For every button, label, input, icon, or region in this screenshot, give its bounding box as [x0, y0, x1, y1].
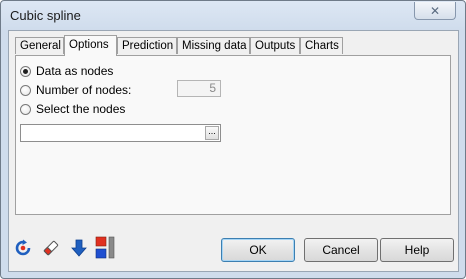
dialog-client-area: General Options Prediction Missing data …: [8, 30, 459, 272]
clear-button[interactable]: [41, 237, 61, 259]
radio-selected-dot: [23, 68, 28, 74]
cancel-button[interactable]: Cancel: [304, 238, 378, 262]
title-bar: Cubic spline ✕: [1, 1, 465, 31]
select-nodes-option[interactable]: Select the nodes: [20, 101, 125, 117]
tab-options[interactable]: Options: [64, 35, 117, 56]
window-title: Cubic spline: [10, 8, 81, 23]
select-nodes-radio[interactable]: [20, 103, 31, 115]
number-of-nodes-radio[interactable]: [20, 84, 31, 96]
tab-missing-data[interactable]: Missing data: [177, 37, 250, 54]
nodes-range-input[interactable]: ...: [20, 124, 221, 142]
colors-button[interactable]: [91, 236, 121, 259]
number-of-nodes-label: Number of nodes:: [36, 83, 132, 97]
down-arrow-icon: [71, 239, 87, 257]
dialog-window: Cubic spline ✕ General Options Predictio…: [0, 0, 466, 279]
move-down-button[interactable]: [69, 237, 89, 259]
dialog-button-bar: OK Cancel Help: [9, 235, 458, 271]
tab-charts[interactable]: Charts: [300, 37, 343, 54]
color-squares-icon: [95, 236, 115, 259]
ok-button[interactable]: OK: [221, 238, 295, 262]
select-nodes-label: Select the nodes: [36, 102, 126, 116]
tab-prediction[interactable]: Prediction: [117, 37, 177, 54]
help-button[interactable]: Help: [380, 238, 454, 262]
data-as-nodes-label: Data as nodes: [36, 64, 114, 78]
data-as-nodes-radio[interactable]: [20, 65, 31, 77]
options-panel: Data as nodes Number of nodes: 5 Select …: [15, 55, 451, 215]
reset-icon: [15, 239, 31, 256]
range-select-button[interactable]: ...: [205, 126, 219, 140]
tab-outputs[interactable]: Outputs: [250, 37, 300, 54]
close-button[interactable]: ✕: [414, 2, 456, 20]
reset-button[interactable]: [13, 237, 33, 259]
tab-general[interactable]: General: [15, 37, 64, 54]
number-of-nodes-option[interactable]: Number of nodes:: [20, 82, 131, 98]
data-as-nodes-option[interactable]: Data as nodes: [20, 63, 113, 79]
close-icon: ✕: [429, 3, 441, 18]
number-of-nodes-input[interactable]: 5: [177, 80, 221, 97]
eraser-icon: [43, 240, 59, 256]
